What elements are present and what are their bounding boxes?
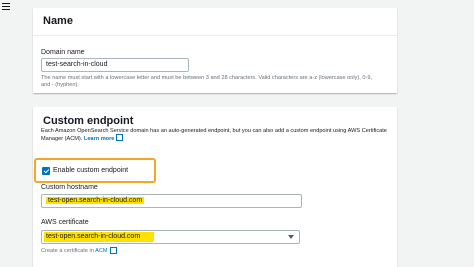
custom-hostname-input[interactable]: test-open.search-in-cloud.com: [41, 194, 302, 208]
custom-endpoint-panel: Custom endpoint Each Amazon OpenSearch S…: [33, 107, 397, 267]
external-link-icon: [116, 134, 124, 141]
acm-external-link-icon: [109, 247, 117, 254]
aws-certificate-label: AWS certificate: [41, 219, 89, 226]
hamburger-menu-icon[interactable]: [2, 3, 10, 11]
acm-link[interactable]: ACM: [95, 248, 107, 254]
domain-name-input[interactable]: test-search-in-cloud: [41, 58, 189, 72]
custom-endpoint-description: Each Amazon OpenSearch Service domain ha…: [41, 128, 387, 142]
create-certificate-text: Create a certificate in ACM: [41, 247, 117, 255]
name-section-title: Name: [33, 8, 397, 36]
domain-name-hint: The name must start with a lowercase let…: [41, 75, 373, 88]
aws-certificate-select[interactable]: test-open.search-in-cloud.com: [41, 230, 300, 244]
caret-down-icon: [288, 235, 294, 239]
name-panel: Name Domain name test-search-in-cloud Th…: [33, 8, 397, 93]
custom-hostname-label: Custom hostname: [41, 184, 98, 191]
learn-more-link[interactable]: Learn more: [84, 136, 114, 142]
domain-name-label: Domain name: [41, 49, 85, 56]
enable-endpoint-callout: [34, 158, 156, 183]
aws-certificate-value: test-open.search-in-cloud.com: [44, 232, 154, 242]
custom-endpoint-title: Custom endpoint: [43, 115, 134, 127]
custom-hostname-value: test-open.search-in-cloud.com: [46, 197, 145, 204]
